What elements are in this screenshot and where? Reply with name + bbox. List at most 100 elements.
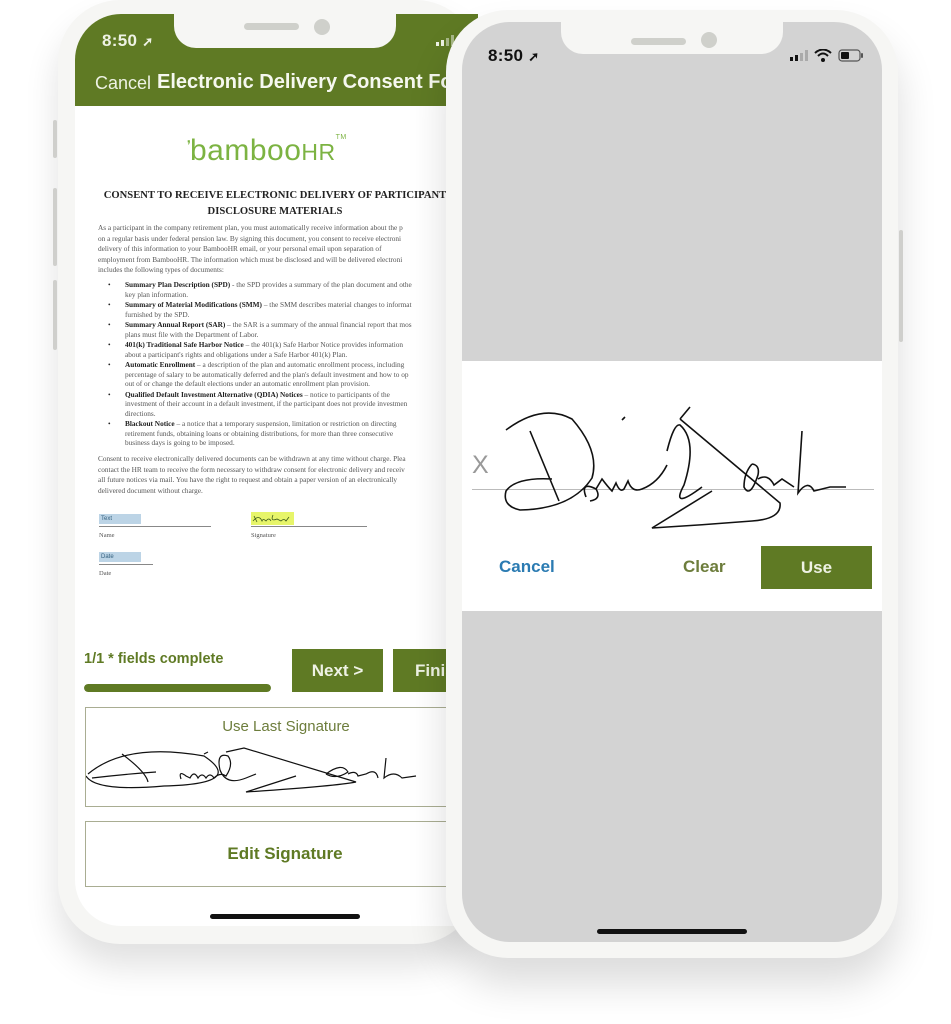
status-time: 8:50 ➚ bbox=[488, 46, 539, 66]
cancel-button[interactable]: Cancel bbox=[499, 557, 555, 577]
item-text: – the SMM describes material changes to … bbox=[262, 300, 412, 309]
closing-paragraph: Consent to receive electronically delive… bbox=[98, 454, 458, 496]
item-term: 401(k) Traditional Safe Harbor Notice bbox=[125, 340, 244, 349]
list-item: Summary of Material Modifications (SMM) … bbox=[98, 300, 458, 319]
side-button bbox=[899, 230, 903, 342]
wifi-icon bbox=[814, 49, 832, 62]
clear-button[interactable]: Clear bbox=[683, 557, 726, 577]
side-button bbox=[53, 280, 57, 350]
progress-fill bbox=[84, 684, 271, 692]
signature-pad[interactable]: X Cancel Clear Use bbox=[462, 361, 882, 611]
item-text: – a notice that a temporary suspension, … bbox=[174, 419, 397, 428]
document-viewer[interactable]: ❜ bambooHRTM CONSENT TO RECEIVE ELECTRON… bbox=[75, 106, 478, 626]
item-text: furnished by the SPD. bbox=[125, 309, 190, 319]
item-text: business days is going to be imposed. bbox=[125, 438, 235, 447]
item-text: – notice to participants of the bbox=[302, 389, 390, 399]
bamboohr-logo: ❜ bambooHRTM bbox=[187, 134, 347, 168]
battery-icon bbox=[838, 49, 863, 62]
progress-bar bbox=[84, 684, 271, 692]
list-item: Summary Plan Description (SPD) - the SPD… bbox=[98, 280, 458, 299]
camera bbox=[314, 19, 330, 35]
home-indicator[interactable] bbox=[210, 914, 360, 919]
document-title-line: DISCLOSURE MATERIALS bbox=[207, 206, 343, 217]
item-term: Summary Annual Report (SAR) bbox=[125, 320, 226, 329]
item-text: plans must file with the Department of L… bbox=[125, 329, 259, 339]
item-text: – the SAR is a summary of the annual fin… bbox=[225, 320, 412, 329]
right-phone: 8:50 ➚ X Cancel Clear Use bbox=[446, 10, 903, 958]
logo-hr: HR bbox=[301, 139, 336, 165]
location-arrow-icon: ➚ bbox=[528, 49, 540, 64]
progress-label: 1/1 * fields complete bbox=[84, 651, 224, 667]
signature-thumbnail bbox=[252, 514, 290, 523]
drawn-signature bbox=[504, 406, 846, 529]
use-last-signature-label: Use Last Signature bbox=[222, 718, 350, 735]
list-item: 401(k) Traditional Safe Harbor Notice – … bbox=[98, 340, 458, 359]
signature-label: Signature bbox=[251, 532, 276, 539]
camera bbox=[701, 32, 717, 48]
speaker bbox=[244, 23, 299, 30]
logo-tm: TM bbox=[335, 134, 347, 141]
paragraph-line: Consent to receive electronically delive… bbox=[98, 454, 406, 463]
list-item: Qualified Default Investment Alternative… bbox=[98, 390, 458, 419]
last-signature-image bbox=[86, 747, 417, 793]
logo-text: bamboo bbox=[190, 134, 302, 167]
item-term: Automatic Enrollment bbox=[125, 360, 196, 369]
use-button[interactable]: Use bbox=[761, 546, 872, 589]
list-item: Blackout Notice – a notice that a tempor… bbox=[98, 419, 458, 448]
leaf-icon: ❜ bbox=[187, 138, 192, 152]
notch bbox=[174, 14, 396, 48]
paragraph-line: includes the following types of document… bbox=[98, 265, 224, 275]
left-phone: 8:50 ➚ Cancel Electronic Delivery Consen… bbox=[53, 0, 478, 944]
paragraph-line: employment from BambooHR. The informatio… bbox=[98, 254, 403, 264]
left-screen: 8:50 ➚ Cancel Electronic Delivery Consen… bbox=[75, 14, 478, 926]
item-term: Summary of Material Modifications (SMM) bbox=[125, 300, 262, 309]
item-term: Blackout Notice bbox=[125, 419, 175, 428]
date-label: Date bbox=[99, 570, 112, 577]
signature-field[interactable] bbox=[251, 512, 294, 525]
status-time: 8:50 ➚ bbox=[102, 31, 153, 51]
nav-header: 8:50 ➚ Cancel Electronic Delivery Consen… bbox=[75, 14, 478, 106]
speaker bbox=[631, 38, 686, 45]
item-term: Qualified Default Investment Alternative… bbox=[125, 389, 303, 399]
cancel-button[interactable]: Cancel bbox=[95, 73, 151, 94]
item-text: directions. bbox=[125, 408, 156, 418]
paragraph-line: delivered document without charge. bbox=[98, 485, 203, 495]
name-underline bbox=[99, 526, 211, 527]
document-title-line: CONSENT TO RECEIVE ELECTRONIC DELIVERY O… bbox=[103, 190, 447, 201]
item-text: – a description of the plan and automati… bbox=[195, 360, 405, 369]
item-text: investment of their account in a default… bbox=[125, 399, 408, 408]
status-icons bbox=[790, 49, 864, 62]
document-title: CONSENT TO RECEIVE ELECTRONIC DELIVERY O… bbox=[95, 188, 455, 220]
list-item: Summary Annual Report (SAR) – the SAR is… bbox=[98, 320, 458, 339]
next-button[interactable]: Next > bbox=[292, 649, 383, 692]
signal-icon bbox=[790, 50, 808, 61]
item-text: out of or change the default elections u… bbox=[125, 379, 370, 388]
name-field[interactable]: Text bbox=[99, 514, 141, 524]
name-label: Name bbox=[99, 532, 115, 539]
signature-underline bbox=[251, 526, 367, 527]
edit-signature-button[interactable]: Edit Signature bbox=[85, 821, 478, 887]
status-time-text: 8:50 bbox=[488, 46, 524, 65]
paragraph-line: on a regular basis under federal pension… bbox=[98, 233, 402, 243]
use-last-signature-button[interactable]: Use Last Signature bbox=[85, 707, 478, 807]
paragraph-line: all future notices via mail. You have th… bbox=[98, 475, 398, 485]
home-indicator[interactable] bbox=[597, 929, 747, 934]
paragraph-line: As a participant in the company retireme… bbox=[98, 223, 403, 232]
list-item: Automatic Enrollment – a description of … bbox=[98, 360, 458, 389]
status-time-text: 8:50 bbox=[102, 31, 138, 50]
item-text: – the 401(k) Safe Harbor Notice provides… bbox=[243, 340, 404, 349]
paragraph-line: contact the HR team to receive the form … bbox=[98, 464, 405, 474]
date-underline bbox=[99, 564, 153, 565]
side-button bbox=[53, 188, 57, 266]
item-text: about a participant's rights and obligat… bbox=[125, 349, 348, 359]
notch bbox=[561, 22, 783, 54]
item-text: key plan information. bbox=[125, 289, 189, 299]
page-title: Electronic Delivery Consent For bbox=[157, 71, 461, 93]
item-text: percentage of salary to be automatically… bbox=[125, 369, 409, 379]
item-term: Summary Plan Description (SPD) bbox=[125, 280, 231, 289]
date-field[interactable]: Date bbox=[99, 552, 141, 562]
item-text: retirement funds, obtaining loans or obt… bbox=[125, 428, 394, 438]
location-arrow-icon: ➚ bbox=[142, 34, 154, 49]
intro-paragraph: As a participant in the company retireme… bbox=[98, 223, 458, 276]
side-button bbox=[53, 120, 57, 158]
